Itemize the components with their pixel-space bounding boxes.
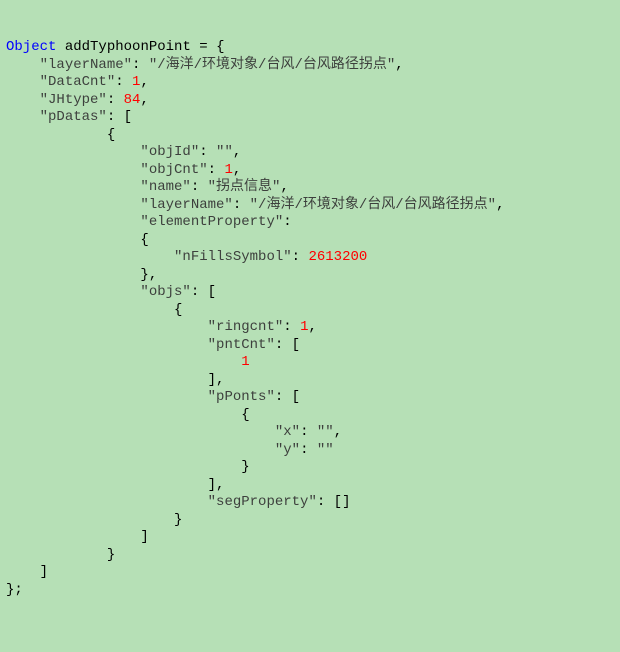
code-block: Object addTyphoonPoint = { "layerName": …: [6, 39, 614, 599]
